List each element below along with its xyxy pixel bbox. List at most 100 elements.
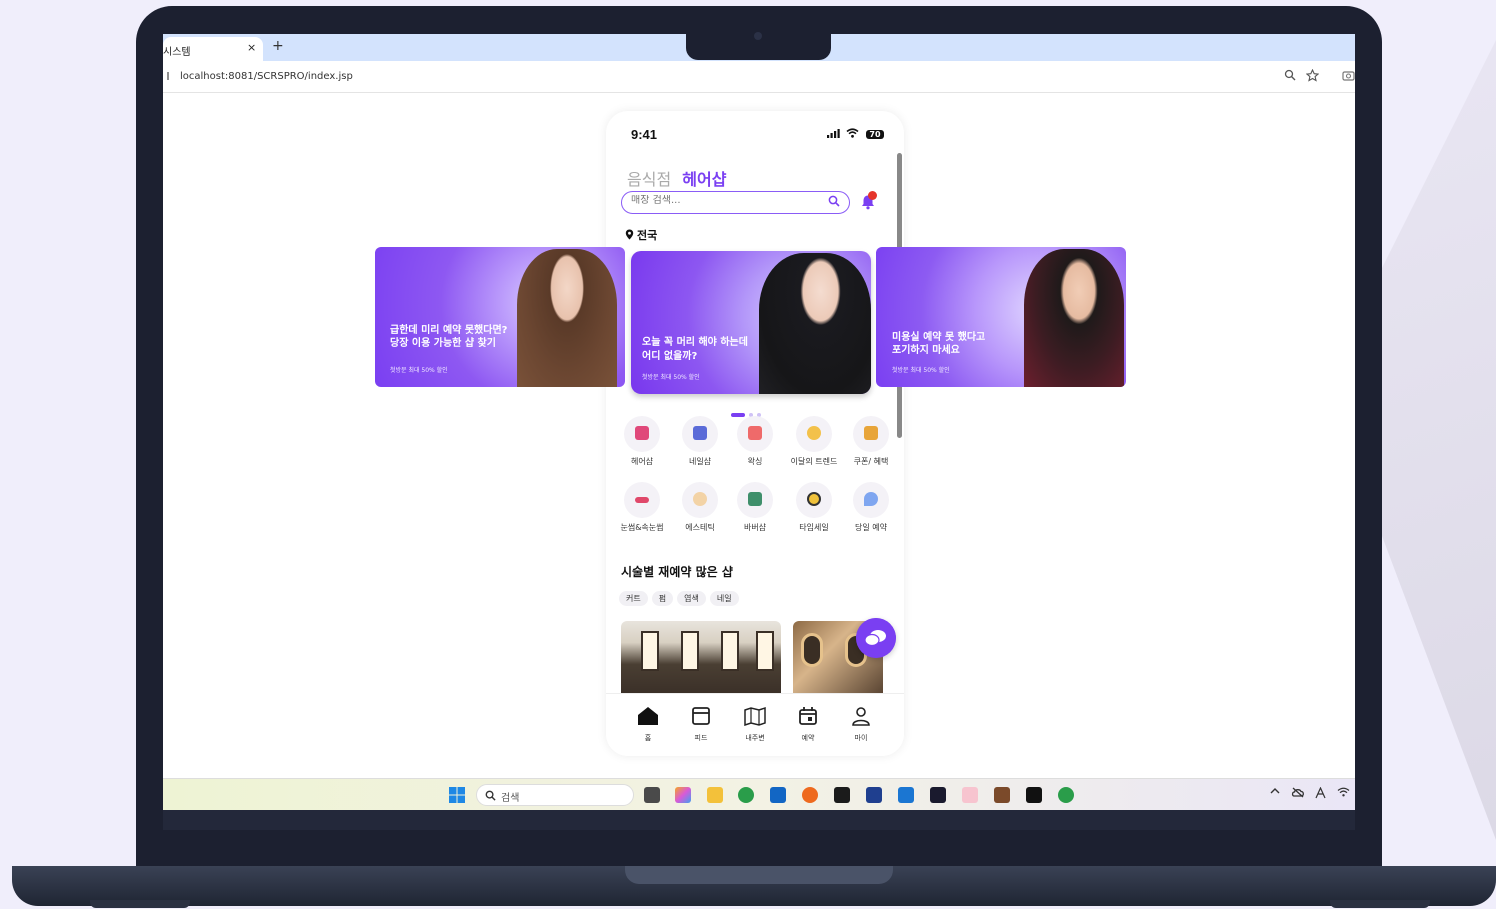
cloud-off-icon[interactable]: [1291, 787, 1305, 798]
laptop-base-notch: [625, 866, 893, 884]
nav-feed[interactable]: 피드: [681, 706, 721, 743]
quick-menu-label: 당일 예약: [855, 523, 887, 532]
camera-icon: [754, 32, 762, 40]
quick-menu-nailshop[interactable]: 네일샵: [672, 416, 728, 467]
status-icons: 70: [827, 128, 884, 140]
notification-badge: [868, 191, 877, 200]
firefox-icon[interactable]: [802, 787, 818, 803]
camera-icon[interactable]: [1342, 69, 1355, 81]
nav-label: 마이: [854, 734, 868, 742]
wifi-icon[interactable]: [1337, 787, 1350, 797]
file-explorer-icon[interactable]: [707, 787, 723, 803]
banner-title: 당장 이용 가능한 샵 찾기: [390, 338, 496, 349]
address-bar[interactable]: localhost:8081/SCRSPRO/index.jsp: [163, 61, 1355, 93]
tab-restaurant[interactable]: 음식점: [627, 170, 671, 189]
chrome-icon[interactable]: [738, 787, 754, 803]
store-icon[interactable]: [770, 787, 786, 803]
banner-card[interactable]: 미용실 예약 못 했다고 포기하지 마세요 첫방문 최대 50% 할인: [876, 247, 1126, 387]
search-box[interactable]: [621, 191, 850, 214]
tab-hairshop[interactable]: 헤어샵: [682, 170, 726, 189]
location-selector[interactable]: 전국: [625, 227, 657, 243]
app-icon[interactable]: [962, 787, 978, 803]
browser-tab[interactable]: 시스템 ×: [163, 37, 263, 61]
task-view-icon[interactable]: [644, 787, 660, 803]
tab-title: 시스템: [163, 47, 191, 58]
banner-card[interactable]: 급한데 미리 예약 못했다면? 당장 이용 가능한 샵 찾기 첫방문 최대 50…: [375, 247, 625, 387]
banner-title: 오늘 꼭 머리 해야 하는데: [642, 337, 748, 348]
chat-button[interactable]: [856, 618, 896, 658]
quick-menu-label: 헤어샵: [630, 457, 654, 466]
laptop-foot: [90, 900, 190, 908]
url-text[interactable]: localhost:8081/SCRSPRO/index.jsp: [180, 71, 353, 82]
quick-menu-coupon[interactable]: 쿠폰/ 혜택: [843, 416, 899, 467]
banner-model-image: [1024, 249, 1124, 387]
quick-menu-label: 쿠폰/ 혜택: [853, 457, 889, 466]
nav-home[interactable]: 홈: [628, 706, 668, 743]
new-tab-button[interactable]: +: [272, 38, 284, 54]
chevron-up-icon[interactable]: [1270, 787, 1280, 795]
banner-model-image: [517, 249, 617, 387]
map-icon: [744, 706, 766, 726]
search-input[interactable]: [631, 195, 821, 206]
banner-subtitle: 첫방문 최대 50% 할인: [642, 374, 700, 381]
chip-dye[interactable]: 염색: [677, 591, 706, 606]
chip-perm[interactable]: 펌: [651, 591, 674, 606]
nav-my[interactable]: 마이: [841, 706, 881, 743]
bookmark-star-icon[interactable]: [1306, 69, 1319, 82]
taskbar-search[interactable]: 검색: [476, 784, 634, 806]
section-title: 시술별 재예약 많은 샵: [621, 565, 733, 579]
nav-label: 내주변: [745, 734, 765, 742]
location-pin-icon: [853, 482, 889, 518]
bottom-nav: 홈 피드 내주변 예약 마이: [606, 693, 904, 756]
app-icon[interactable]: [930, 787, 946, 803]
dropbox-icon[interactable]: [834, 787, 850, 803]
quick-menu-timesale[interactable]: 타임세일: [786, 482, 842, 533]
quick-menu-waxing[interactable]: 왁싱: [727, 416, 783, 467]
nav-label: 홈: [644, 734, 652, 742]
screen: 시스템 × + localhost:8081/SCRSPRO/index.jsp…: [163, 34, 1355, 810]
chip-nail[interactable]: 네일: [709, 591, 739, 606]
status-time: 9:41: [631, 127, 658, 142]
feed-icon: [692, 707, 710, 725]
nav-reservation[interactable]: 예약: [788, 706, 828, 743]
language-icon[interactable]: [1315, 787, 1326, 799]
banner-title: 급한데 미리 예약 못했다면?: [390, 325, 508, 336]
quick-menu-label: 이달의 트렌드: [790, 457, 838, 466]
quick-menu-label: 타임세일: [799, 523, 829, 532]
chip-cut[interactable]: 커트: [619, 591, 648, 606]
quick-menu-barbershop[interactable]: 바버샵: [727, 482, 783, 533]
quick-menu-sameday[interactable]: 당일 예약: [843, 482, 899, 533]
quick-menu-esthetic[interactable]: 에스테틱: [672, 482, 728, 533]
quick-menu-label: 바버샵: [743, 523, 767, 532]
quick-menu-eyebrow[interactable]: 눈썹&속눈썹: [614, 482, 670, 533]
copilot-icon[interactable]: [675, 787, 691, 803]
eyelash-icon: [624, 482, 660, 518]
zoom-icon[interactable]: [1284, 69, 1296, 81]
waxing-icon: [737, 416, 773, 452]
shop-card-image[interactable]: [621, 621, 781, 693]
chrome-icon[interactable]: [1058, 787, 1074, 803]
outlook-icon[interactable]: [898, 787, 914, 803]
windows-start-icon[interactable]: [449, 787, 465, 803]
search-icon[interactable]: [828, 195, 840, 207]
app-icon[interactable]: [866, 787, 882, 803]
app-icon[interactable]: [1026, 787, 1042, 803]
nav-label: 피드: [694, 734, 708, 742]
clock-icon: [796, 482, 832, 518]
background-shape: [1376, 40, 1496, 840]
laptop-chin: [163, 810, 1355, 830]
quick-menu-trend[interactable]: 이달의 트렌드: [786, 416, 842, 467]
app-icon[interactable]: [994, 787, 1010, 803]
banner-card[interactable]: 오늘 꼭 머리 해야 하는데 어디 없을까? 첫방문 최대 50% 할인: [631, 251, 871, 394]
taskbar: 검색: [163, 778, 1355, 810]
esthetic-icon: [682, 482, 718, 518]
nav-nearby[interactable]: 내주변: [735, 706, 775, 743]
banner-title: 어디 없을까?: [642, 351, 698, 362]
info-icon[interactable]: [163, 70, 173, 82]
shopping-bag-icon: [853, 416, 889, 452]
close-tab-icon[interactable]: ×: [247, 41, 256, 54]
signal-icon: [827, 129, 840, 138]
banner-subtitle: 첫방문 최대 50% 할인: [390, 367, 448, 374]
quick-menu-hairshop[interactable]: 헤어샵: [614, 416, 670, 467]
hairshop-icon: [624, 416, 660, 452]
